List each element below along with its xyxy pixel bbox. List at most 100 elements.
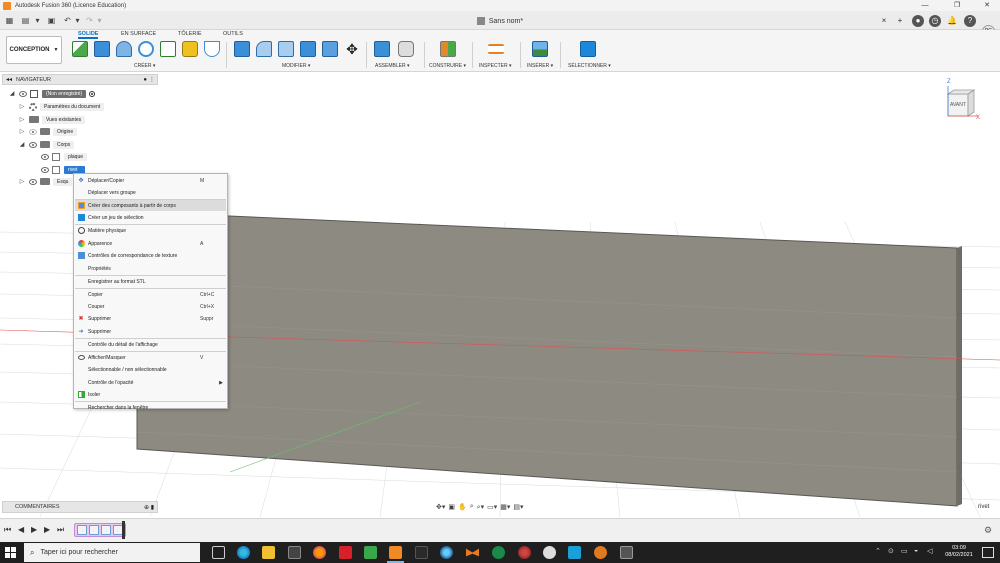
expand-triangle-icon[interactable]: ▷ xyxy=(18,128,26,135)
undo-chevron-icon[interactable]: ▾ xyxy=(72,15,83,26)
pan-icon[interactable]: ✋ xyxy=(458,503,467,511)
menu-item-display-detail-control[interactable]: Contrôle du détail de l'affichage xyxy=(75,339,226,350)
viewports-icon[interactable]: ▤▾ xyxy=(513,503,523,511)
modify-group-label[interactable]: MODIFIER ▾ xyxy=(282,63,310,69)
offset-plane-icon[interactable] xyxy=(440,41,456,57)
menu-item-show-hide[interactable]: Afficher/Masquer V xyxy=(75,352,226,363)
menu-item-delete[interactable]: ✖ Supprimer Suppr xyxy=(75,313,226,324)
create-form-icon[interactable] xyxy=(182,41,198,57)
tray-chevron-icon[interactable]: ⌃ xyxy=(875,547,881,555)
hole-icon[interactable] xyxy=(138,41,154,57)
display-settings-icon[interactable]: ▭▾ xyxy=(487,503,497,511)
visibility-eye-icon[interactable] xyxy=(29,178,37,185)
grid-settings-icon[interactable]: ▦▾ xyxy=(500,503,510,511)
expand-triangle-icon[interactable]: ▷ xyxy=(18,116,26,123)
spreadsheet-app-icon[interactable] xyxy=(364,546,377,559)
job-status-icon[interactable]: ◷ xyxy=(929,15,941,27)
new-sketch-icon[interactable] xyxy=(72,41,88,57)
revolve-icon[interactable] xyxy=(116,41,132,57)
more-options-icon[interactable]: ⋮ xyxy=(149,76,155,83)
taskbar-app-icon[interactable] xyxy=(568,546,581,559)
help-icon[interactable]: ? xyxy=(964,15,976,27)
assemble-group-label[interactable]: ASSEMBLER ▾ xyxy=(375,63,409,69)
timeline-settings-gear-icon[interactable]: ⚙ xyxy=(984,525,992,536)
zoom-icon[interactable]: ⌕ xyxy=(470,503,474,511)
expand-triangle-icon[interactable]: ◢ xyxy=(8,90,16,97)
menu-item-copy[interactable]: Copier Ctrl+C xyxy=(75,289,226,300)
edge-icon[interactable] xyxy=(237,546,250,559)
tab-solide[interactable]: SOLIDE xyxy=(78,30,99,39)
create-group-label[interactable]: CRÉER ▾ xyxy=(134,63,155,69)
activate-radio-icon[interactable] xyxy=(89,90,96,97)
tab-tolerie[interactable]: TÔLERIE xyxy=(178,30,202,39)
orbit-icon[interactable]: ✥▾ xyxy=(436,503,445,511)
tab-en-surface[interactable]: EN SURFACE xyxy=(121,30,156,39)
fillet-icon[interactable] xyxy=(256,41,272,57)
hidden-eye-icon[interactable] xyxy=(29,128,37,135)
navigator-item-sketches[interactable]: ▷ Esqu xyxy=(18,176,73,187)
fusion-taskbar-icon[interactable] xyxy=(389,546,402,559)
construct-group-label[interactable]: CONSTRUIRE ▾ xyxy=(429,63,466,69)
timeline-marker[interactable] xyxy=(122,521,125,539)
menu-item-cut[interactable]: Couper Ctrl+X xyxy=(75,301,226,312)
step-back-icon[interactable]: ◀ xyxy=(18,525,24,534)
menu-item-appearance[interactable]: Apparence A xyxy=(75,238,226,249)
workspace-selector[interactable]: CONCEPTION ▼ xyxy=(6,36,62,64)
visibility-eye-icon[interactable] xyxy=(19,90,27,97)
menu-item-opacity-control[interactable]: Contrôle de l'opacité ▶ xyxy=(75,377,226,388)
menu-item-create-selection-set[interactable]: Créer un jeu de sélection xyxy=(75,212,226,223)
menu-item-remove[interactable]: ➜ Supprimer xyxy=(75,326,226,337)
file-menu-icon[interactable]: ▤ xyxy=(20,15,31,26)
pdf-app-icon[interactable] xyxy=(339,546,352,559)
look-at-icon[interactable]: ▣ xyxy=(448,503,455,511)
joint-icon[interactable] xyxy=(398,41,414,57)
shell-icon[interactable] xyxy=(204,41,220,57)
navigator-item-origin[interactable]: ▷ Origine xyxy=(18,126,78,137)
expand-triangle-icon[interactable]: ▷ xyxy=(18,178,26,185)
comments-panel-header[interactable]: COMMENTAIRES ⊕ ▮ xyxy=(2,501,158,513)
timeline-feature-extrude[interactable] xyxy=(89,525,99,535)
menu-item-find-in-window[interactable]: Rechercher dans la fenêtre xyxy=(75,402,226,413)
notifications-icon[interactable]: 🔔 xyxy=(946,15,958,27)
expand-triangle-icon[interactable]: ▷ xyxy=(18,103,26,110)
taskbar-search-box[interactable]: ⌕ Taper ici pour rechercher xyxy=(24,543,200,562)
save-icon[interactable]: ▣ xyxy=(46,15,57,26)
tab-outils[interactable]: OUTILS xyxy=(223,30,243,39)
insert-image-icon[interactable] xyxy=(532,41,548,57)
visibility-eye-icon[interactable] xyxy=(41,166,49,173)
navigator-item-bodies[interactable]: ◢ Corps xyxy=(18,139,75,150)
minimize-button[interactable]: — xyxy=(910,0,940,11)
menu-item-move-to-group[interactable]: Déplacer vers groupe xyxy=(75,187,226,198)
close-tab-button[interactable]: × xyxy=(878,15,890,27)
volume-icon[interactable]: ◁ xyxy=(927,547,932,555)
battery-icon[interactable]: ▭ xyxy=(901,547,908,555)
go-to-end-icon[interactable]: ⏭ xyxy=(57,525,64,535)
taskbar-app-icon[interactable] xyxy=(415,546,428,559)
visibility-eye-icon[interactable] xyxy=(41,153,49,160)
extrude-icon[interactable] xyxy=(94,41,110,57)
store-icon[interactable] xyxy=(288,546,301,559)
tray-app-icon[interactable]: ⊙ xyxy=(888,547,894,555)
redo-chevron-icon[interactable]: ▾ xyxy=(94,15,105,26)
file-menu-chevron-icon[interactable]: ▾ xyxy=(32,15,43,26)
visibility-eye-icon[interactable] xyxy=(29,141,37,148)
combine-icon[interactable] xyxy=(300,41,316,57)
select-icon[interactable] xyxy=(580,41,596,57)
timeline-feature-sketch[interactable] xyxy=(77,525,87,535)
scale-icon[interactable] xyxy=(322,41,338,57)
collapse-arrows-icon[interactable]: ◂◂ xyxy=(6,76,12,83)
press-pull-icon[interactable] xyxy=(234,41,250,57)
fit-icon[interactable]: ⌕▾ xyxy=(477,503,484,512)
navigator-root[interactable]: ◢ (Non enregistré) xyxy=(8,88,96,99)
task-view-icon[interactable] xyxy=(212,546,225,559)
move-copy-icon[interactable]: ✥ xyxy=(344,41,360,57)
menu-item-save-as-stl[interactable]: Enregistrer au format STL xyxy=(75,276,226,287)
play-icon[interactable]: ▶ xyxy=(31,525,37,534)
rectangular-pattern-icon[interactable] xyxy=(160,41,176,57)
insert-group-label[interactable]: INSÉRER ▾ xyxy=(527,63,553,69)
taskbar-app-icon[interactable] xyxy=(518,546,531,559)
menu-item-physical-material[interactable]: Matière physique xyxy=(75,225,226,236)
view-cube[interactable]: AVANT Z X xyxy=(944,79,980,122)
navigator-item-plaque[interactable]: plaque xyxy=(38,151,88,162)
menu-item-isolate[interactable]: Isoler xyxy=(75,389,226,400)
